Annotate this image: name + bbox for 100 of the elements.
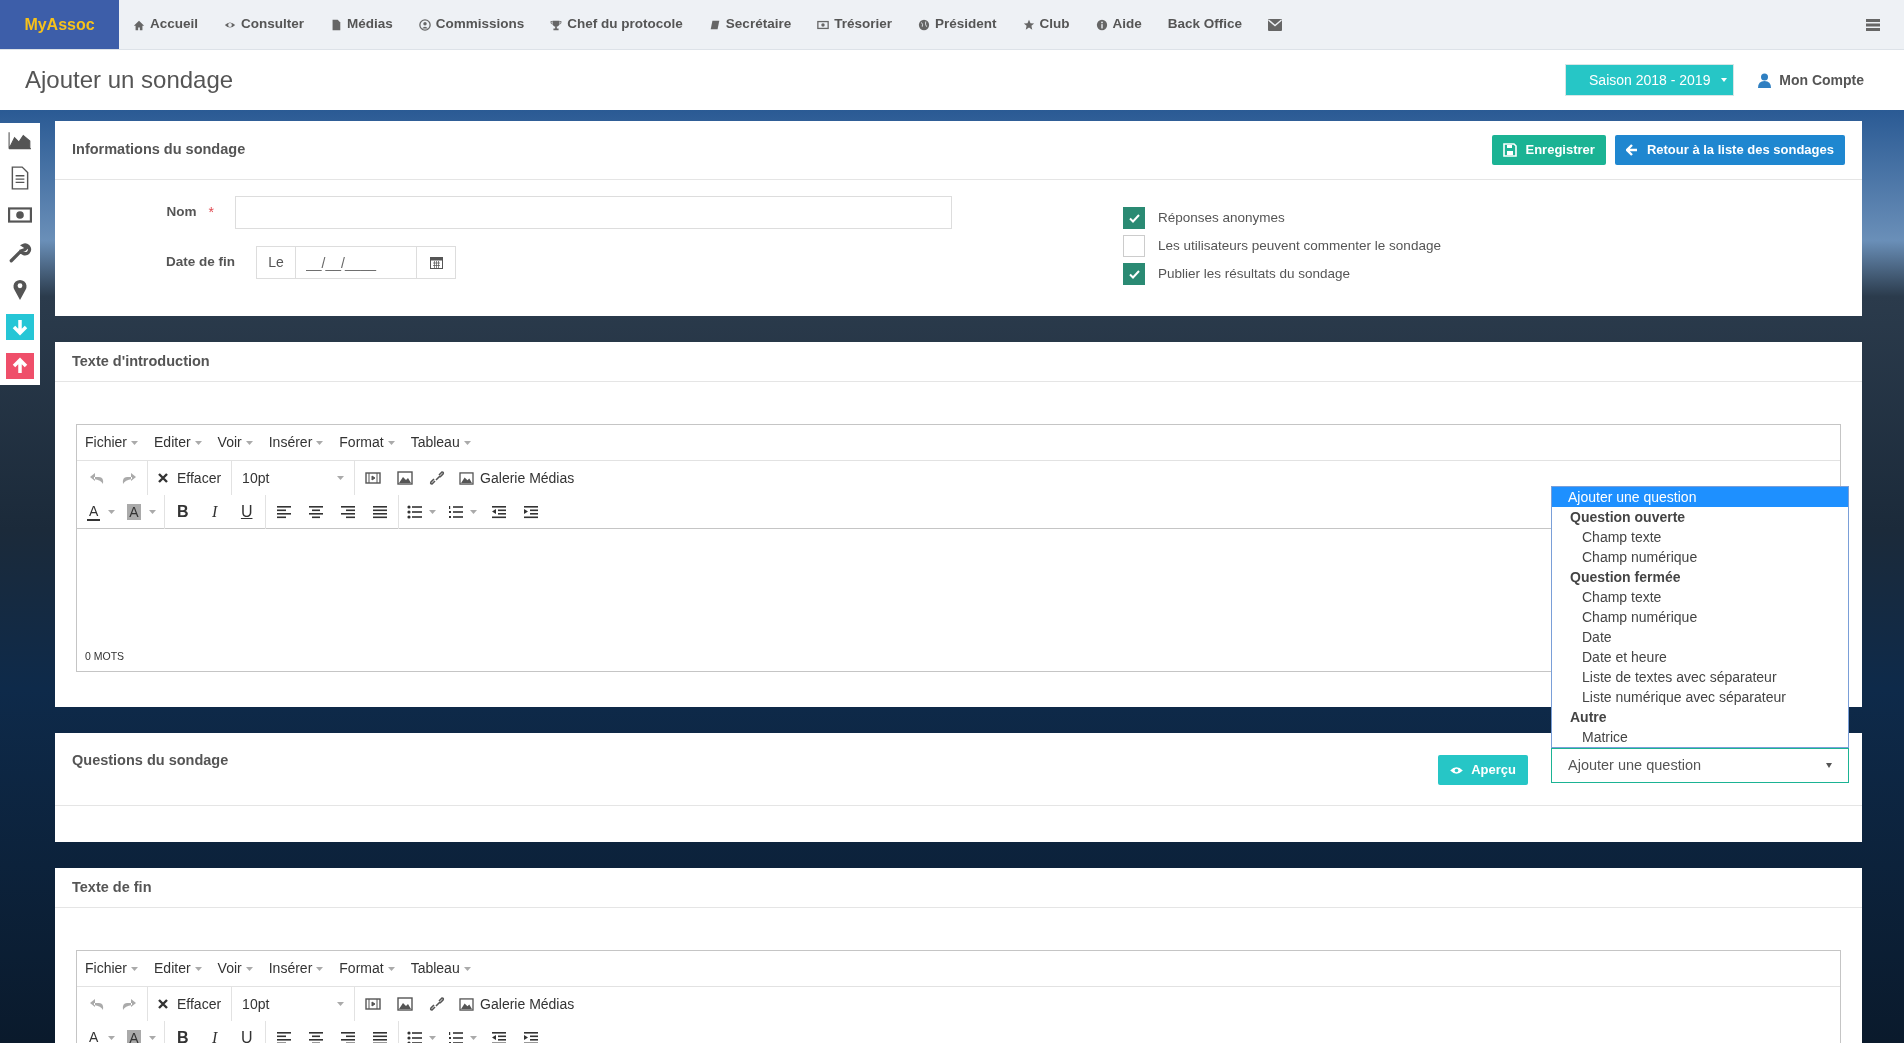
caret-icon bbox=[194, 966, 202, 971]
brand-logo[interactable]: MyAssoc bbox=[0, 0, 119, 49]
panel-title: Informations du sondage bbox=[72, 140, 246, 160]
menu-item[interactable]: Fichier bbox=[85, 958, 138, 979]
eye-icon bbox=[1450, 765, 1464, 775]
caret-icon bbox=[428, 1035, 436, 1040]
dropdown-option[interactable]: Champ texte bbox=[1552, 587, 1848, 607]
film-icon bbox=[365, 471, 382, 485]
caret-icon bbox=[245, 966, 253, 971]
highlight-color-button[interactable]: A bbox=[121, 497, 162, 526]
menu-item[interactable]: Tableau bbox=[410, 958, 471, 979]
nav-link[interactable]: Aide bbox=[1095, 14, 1142, 35]
calendar-button[interactable] bbox=[416, 246, 456, 279]
page-title: Ajouter un sondage bbox=[25, 65, 234, 95]
account-link[interactable]: Mon Compte bbox=[1758, 69, 1864, 91]
nav-link[interactable]: Trésorier bbox=[817, 14, 892, 35]
menu-item[interactable]: Editer bbox=[154, 958, 202, 979]
menu-item[interactable]: Voir bbox=[217, 958, 253, 979]
bold-button[interactable]: B bbox=[166, 497, 199, 526]
caret-icon bbox=[387, 440, 395, 445]
font-size-select[interactable]: 10pt bbox=[234, 990, 353, 1018]
menu-item[interactable]: Format bbox=[339, 958, 395, 979]
menu-item[interactable]: Format bbox=[339, 432, 395, 453]
nav-link[interactable]: Club bbox=[1022, 14, 1070, 35]
menu-item[interactable]: Insérer bbox=[268, 432, 324, 453]
caret-icon bbox=[1826, 763, 1832, 768]
menu-item[interactable]: Voir bbox=[217, 432, 253, 453]
dropdown-option[interactable]: Date bbox=[1552, 627, 1848, 647]
italic-button[interactable]: I bbox=[198, 497, 231, 526]
checkbox[interactable] bbox=[1123, 235, 1145, 257]
date-prefix: Le bbox=[256, 246, 296, 279]
option-group-label: Question fermée bbox=[1569, 568, 1682, 587]
nav-link[interactable]: Chef du protocole bbox=[550, 14, 683, 35]
checkbox[interactable] bbox=[1123, 263, 1145, 285]
menu-item[interactable]: Editer bbox=[154, 432, 202, 453]
clear-button[interactable]: Effacer bbox=[150, 990, 230, 1018]
checkbox-label: Publier les résultats du sondage bbox=[1158, 264, 1351, 283]
wrench-icon[interactable] bbox=[8, 240, 32, 264]
nav-link[interactable]: Médias bbox=[330, 14, 393, 35]
numbered-list-icon bbox=[447, 1030, 464, 1043]
clear-button[interactable]: Effacer bbox=[150, 464, 230, 492]
dropdown-option[interactable]: Champ numérique bbox=[1552, 607, 1848, 627]
dropdown-option[interactable]: Liste de textes avec séparateur bbox=[1552, 667, 1848, 687]
check-icon bbox=[1128, 213, 1140, 223]
image-icon bbox=[459, 471, 475, 485]
menu-item[interactable]: Insérer bbox=[268, 958, 324, 979]
caret-icon bbox=[108, 509, 116, 514]
dropdown-option[interactable]: Champ numérique bbox=[1552, 547, 1848, 567]
menu-item[interactable]: Fichier bbox=[85, 432, 138, 453]
nav-link[interactable]: Président bbox=[917, 14, 997, 35]
menu-item[interactable]: Tableau bbox=[410, 432, 471, 453]
info-icon bbox=[1095, 18, 1108, 31]
caret-icon bbox=[245, 440, 253, 445]
star-icon bbox=[1022, 18, 1035, 31]
caret-icon bbox=[463, 966, 471, 971]
highlight-color-button[interactable]: A bbox=[121, 1023, 162, 1043]
indent-icon bbox=[522, 1030, 539, 1043]
font-size-select[interactable]: 10pt bbox=[234, 464, 353, 492]
caret-icon bbox=[469, 509, 477, 514]
date-input[interactable]: __/__/____ bbox=[296, 246, 416, 279]
underline-button[interactable]: U bbox=[230, 497, 263, 526]
panel-title: Texte d'introduction bbox=[72, 351, 210, 371]
caret-icon bbox=[337, 1002, 345, 1006]
underline-button[interactable]: U bbox=[230, 1023, 263, 1043]
dropdown-option[interactable]: Matrice bbox=[1552, 727, 1848, 747]
menu-icon[interactable] bbox=[1866, 18, 1880, 31]
link-icon bbox=[429, 997, 446, 1011]
checkbox[interactable] bbox=[1123, 207, 1145, 229]
caret-icon bbox=[463, 440, 471, 445]
dropdown-option[interactable]: Champ texte bbox=[1552, 527, 1848, 547]
back-button[interactable]: Retour à la liste des sondages bbox=[1614, 135, 1845, 165]
nav-link[interactable]: Consulter bbox=[224, 14, 305, 35]
user-icon bbox=[1758, 72, 1772, 88]
numbered-list-icon bbox=[447, 504, 464, 519]
italic-button[interactable]: I bbox=[198, 1023, 231, 1043]
dropdown-option[interactable]: Liste numérique avec séparateur bbox=[1552, 687, 1848, 707]
dropdown-option[interactable]: Date et heure bbox=[1552, 647, 1848, 667]
nav-link[interactable]: Accueil bbox=[133, 14, 199, 35]
bold-button[interactable]: B bbox=[166, 1023, 199, 1043]
calendar-icon bbox=[429, 256, 443, 269]
checkbox-label: Réponses anonymes bbox=[1158, 208, 1285, 227]
align-center-icon bbox=[307, 504, 324, 519]
caret-icon bbox=[387, 966, 395, 971]
film-icon bbox=[365, 997, 382, 1011]
caret-icon bbox=[316, 966, 324, 971]
envelope-icon[interactable] bbox=[1268, 18, 1283, 31]
text-color-button[interactable]: A bbox=[81, 1023, 122, 1043]
upload-button[interactable] bbox=[6, 353, 34, 379]
bullet-list-icon bbox=[406, 504, 423, 519]
name-input[interactable] bbox=[235, 196, 952, 229]
caret-icon bbox=[469, 1035, 477, 1040]
media-gallery-button[interactable]: Galerie Médias bbox=[453, 464, 581, 492]
media-gallery-button[interactable]: Galerie Médias bbox=[453, 990, 581, 1018]
text-color-button[interactable]: A bbox=[81, 497, 122, 526]
nav-link[interactable]: Commissions bbox=[418, 14, 525, 35]
arrow-down-icon bbox=[11, 318, 29, 336]
question-type-select[interactable]: Ajouter une question bbox=[1551, 748, 1849, 783]
nav-link[interactable]: Secrétaire bbox=[708, 14, 792, 35]
nav-link[interactable]: Back Office bbox=[1167, 14, 1243, 35]
close-icon bbox=[158, 999, 168, 1009]
